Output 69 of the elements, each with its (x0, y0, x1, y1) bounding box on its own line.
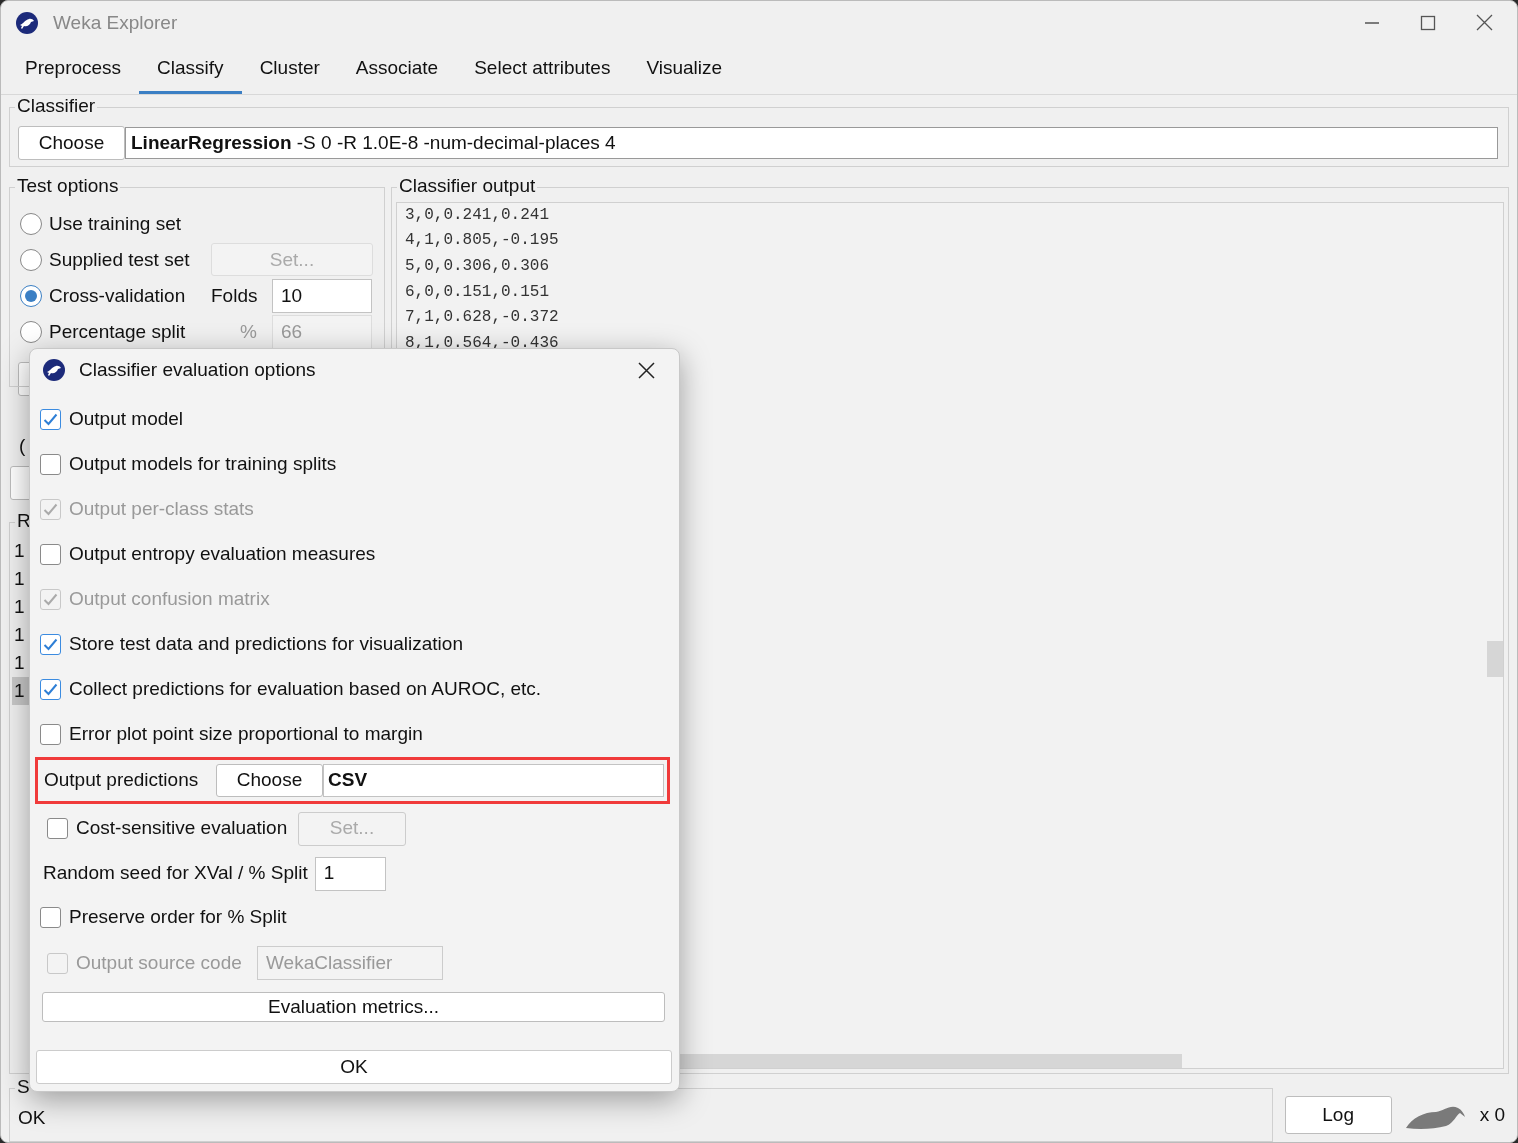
checkmark-icon (43, 503, 58, 516)
tab[interactable]: Associate (337, 44, 457, 94)
choose-button[interactable]: Choose (216, 764, 323, 797)
scrollbar-thumb[interactable] (1487, 640, 1503, 677)
status-text: ( (19, 433, 27, 456)
dialog-title: Classifier evaluation options (79, 357, 316, 382)
tab[interactable]: Select attributes (456, 44, 629, 94)
checkbox-label: Collect predictions for evaluation based on AUROC, etc. (69, 677, 542, 702)
checkmark-icon (43, 593, 58, 606)
option-label: Cross-validation (49, 283, 187, 308)
checkbox[interactable] (40, 724, 61, 745)
checkmark-icon (43, 638, 58, 651)
checkbox-label: Preserve order for % Split (69, 904, 287, 929)
checkbox-label: Cost-sensitive evaluation (76, 816, 289, 841)
checkbox-label: Output model (69, 407, 184, 432)
output-line: 5,0,0.306,0.306 (405, 256, 551, 278)
field-label: % (239, 319, 258, 344)
checkbox[interactable] (40, 679, 61, 700)
close-icon[interactable] (638, 361, 655, 379)
bird-logo-icon (42, 358, 66, 382)
checkbox-label: Error plot point size proportional to margin (69, 722, 423, 747)
scrollbar-thumb[interactable] (677, 1054, 1182, 1068)
checkbox[interactable] (47, 818, 68, 839)
window-title: Weka Explorer (53, 10, 178, 35)
checkbox-label: Output per-class stats (69, 497, 254, 522)
checkbox[interactable] (40, 454, 61, 475)
option-label: Percentage split (49, 319, 187, 344)
log-button[interactable]: Log (1284, 1096, 1392, 1134)
tab[interactable]: Visualize (628, 44, 741, 94)
checkbox-label: Output entropy evaluation measures (69, 542, 376, 567)
checkmark-icon (43, 413, 58, 426)
output-line: 8,1,0.564,-0.436 (405, 332, 560, 354)
radio-button[interactable] (20, 248, 42, 271)
checkbox[interactable] (40, 544, 61, 565)
option-label: Supplied test set (49, 247, 191, 272)
radio-button[interactable] (20, 212, 42, 235)
close-icon[interactable] (1476, 14, 1493, 32)
choose-button[interactable]: Choose (18, 125, 125, 160)
tab[interactable]: Preprocess (7, 44, 140, 94)
field-label: Output predictions (44, 768, 200, 793)
option-label: Use training set (49, 211, 182, 236)
output-line: 3,0,0.241,0.241 (405, 204, 551, 226)
radio-button[interactable] (20, 320, 42, 343)
checkbox-label: Output models for training splits (69, 452, 337, 477)
output-line: 6,0,0.151,0.151 (405, 281, 551, 303)
evaluation-metrics-button[interactable]: Evaluation metrics... (42, 992, 665, 1022)
checkbox-label: Output source code (76, 950, 243, 975)
ok-button[interactable]: OK (36, 1050, 672, 1084)
tab[interactable]: Cluster (241, 44, 338, 94)
field-label: Random seed for XVal / % Split (43, 861, 308, 886)
output-line: 7,1,0.628,-0.372 (405, 307, 560, 329)
checkbox[interactable] (40, 409, 61, 430)
field-label: Folds (211, 283, 259, 308)
maximize-icon[interactable] (1420, 14, 1436, 31)
radio-button[interactable] (20, 284, 42, 307)
checkbox-label: Output confusion matrix (69, 587, 270, 612)
checkbox[interactable] (40, 906, 61, 928)
seed-field[interactable]: 1 (314, 856, 386, 891)
bird-logo-icon (15, 10, 39, 35)
checkbox-label: Store test data and predictions for visualization (69, 632, 463, 657)
status-message: OK (18, 1105, 46, 1130)
checkmark-icon (43, 683, 58, 696)
tab[interactable]: Classify (139, 44, 242, 94)
number-field[interactable]: 10 (272, 278, 372, 313)
task-count: x 0 (1479, 1102, 1505, 1127)
checkbox[interactable] (40, 634, 61, 655)
predictions-field[interactable]: CSV (323, 764, 664, 797)
output-line: 4,1,0.805,-0.195 (405, 230, 560, 252)
classifier-config-field[interactable]: LinearRegression -S 0 -R 1.0E-8 -num-decimal-places 4 (125, 126, 1498, 159)
